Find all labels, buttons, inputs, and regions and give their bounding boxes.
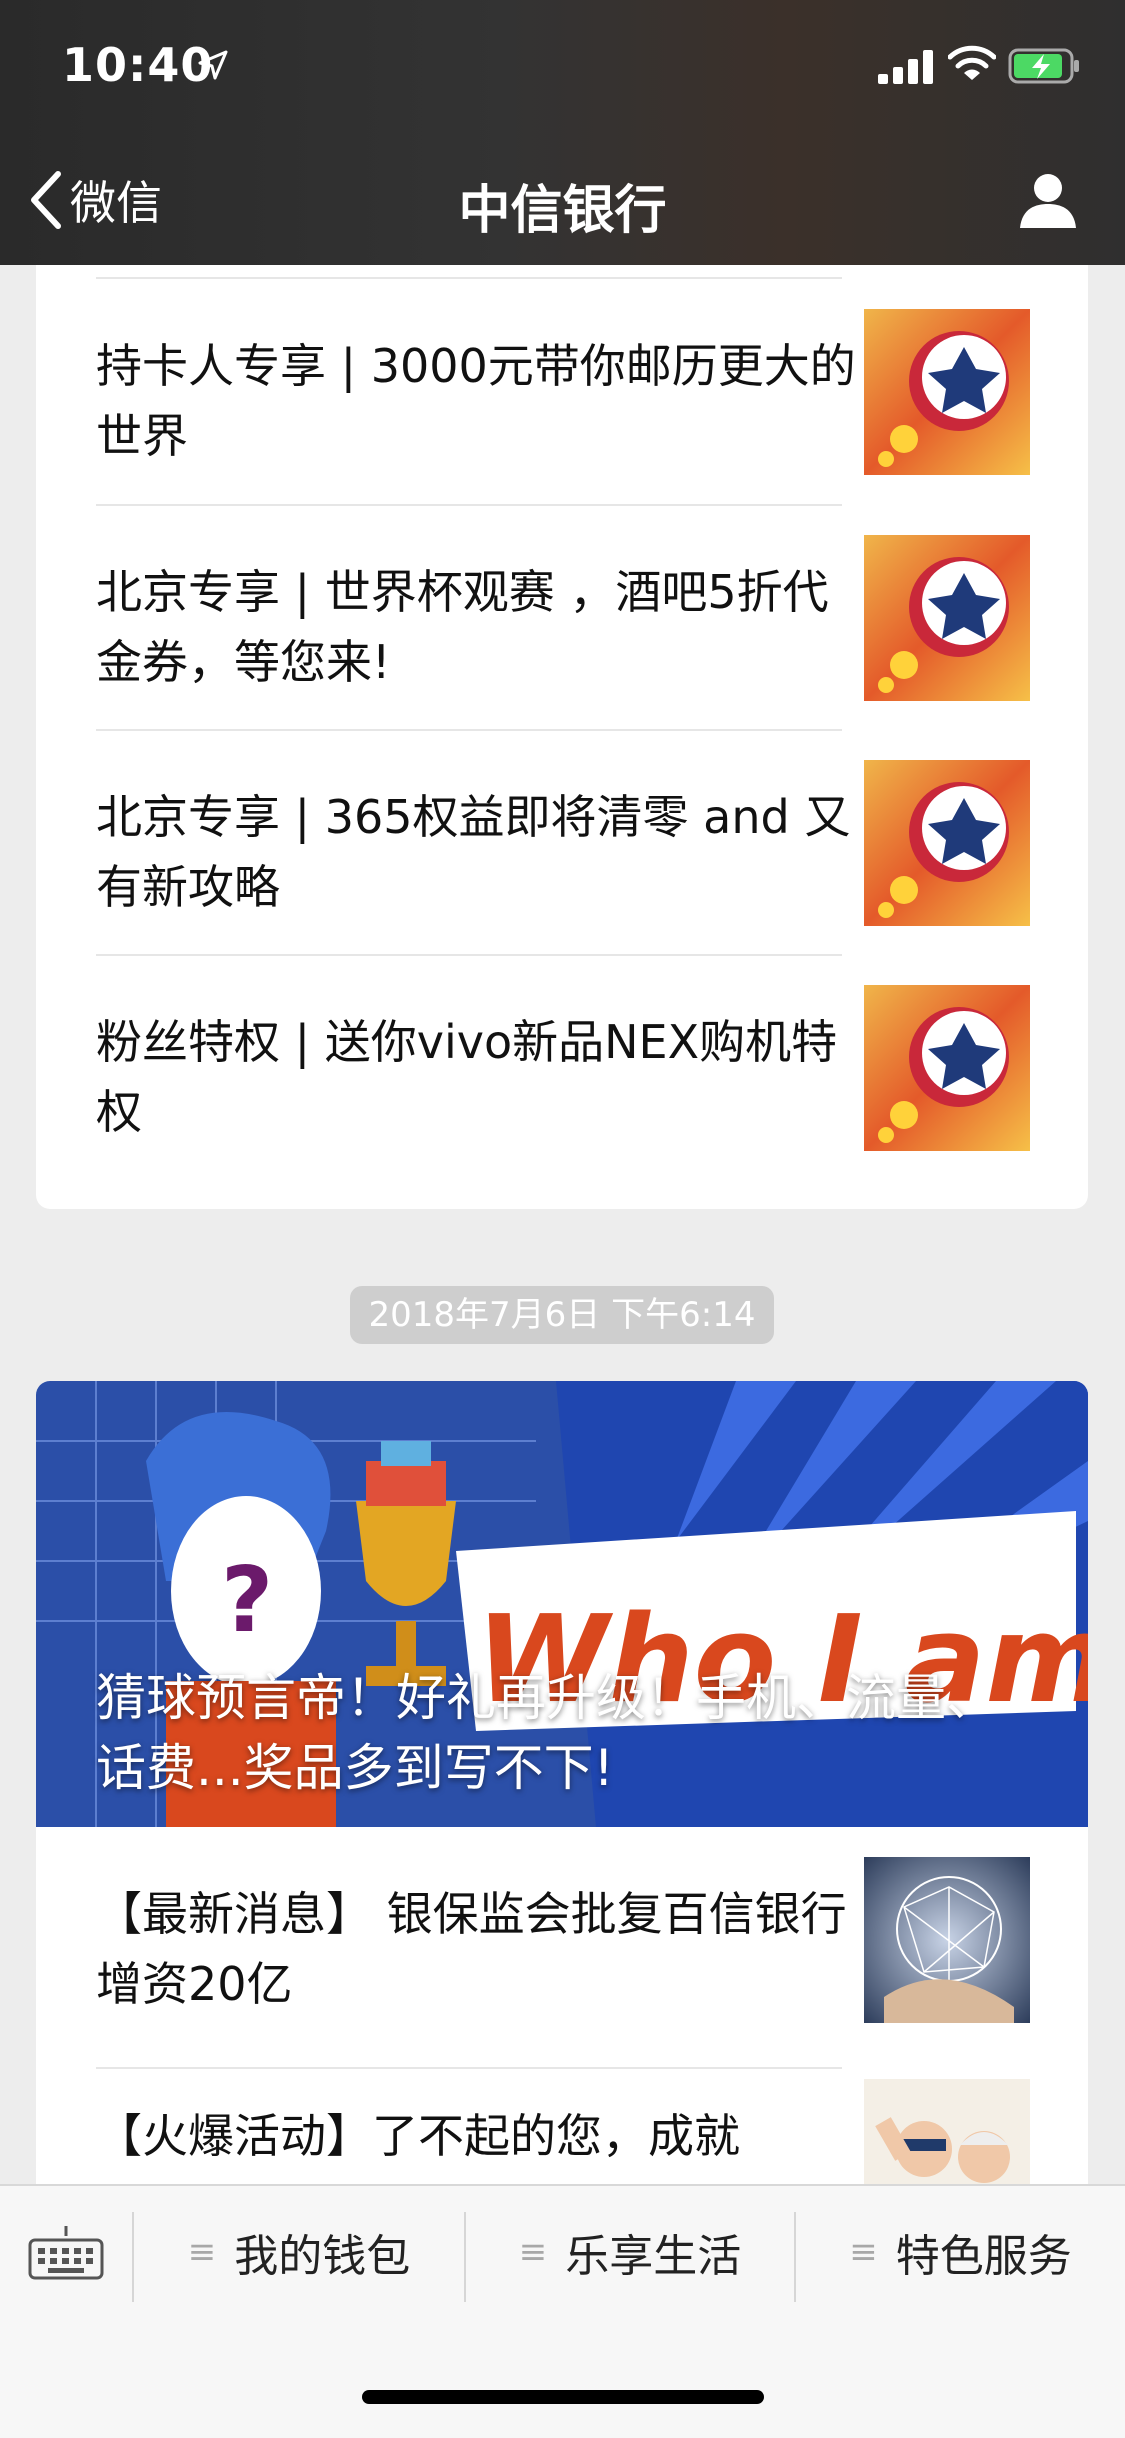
cellular-signal-icon bbox=[878, 50, 933, 84]
article-item[interactable]: 【火爆活动】了不起的您，成就 bbox=[36, 2049, 1088, 2184]
svg-text:?: ? bbox=[221, 1548, 273, 1653]
network-globe-thumbnail-icon bbox=[864, 1857, 1030, 2023]
article-item[interactable]: 持卡人专享 | 3000元带你邮历更大的世界 bbox=[36, 279, 1088, 504]
page-title: 中信银行 bbox=[458, 181, 667, 241]
profile-icon[interactable] bbox=[1018, 170, 1078, 230]
article-card-1: 持卡人专享 | 3000元带你邮历更大的世界 北京专享 | 世界杯观赛 ，酒吧5… bbox=[36, 265, 1088, 1209]
article-item[interactable]: 【最新消息】 银保监会批复百信银行增资20亿 bbox=[36, 1827, 1088, 2052]
article-title: 北京专享 | 世界杯观赛 ，酒吧5折代金券，等您来! bbox=[96, 565, 829, 689]
soccer-ball-thumbnail-icon bbox=[864, 985, 1030, 1151]
banner-article[interactable]: Who I am ? ? 猜球预言帝！好礼再升级！手机、流量、话费...奖品多到… bbox=[36, 1381, 1088, 1827]
banner-title: 猜球预言帝！好礼再升级！手机、流量、话费...奖品多到写不下! bbox=[96, 1669, 996, 1797]
soccer-ball-thumbnail-icon bbox=[864, 760, 1030, 926]
message-timestamp: 2018年7月6日 下午6:14 bbox=[350, 1286, 774, 1344]
menu-life[interactable]: ≡ 乐享生活 bbox=[466, 2206, 794, 2298]
article-item[interactable]: 北京专享 | 365权益即将清零 and 又有新攻略 bbox=[36, 730, 1088, 955]
menu-lines-icon: ≡ bbox=[187, 2232, 217, 2272]
article-item[interactable]: 粉丝特权 | 送你vivo新品NEX购机特权 bbox=[36, 955, 1088, 1180]
article-title: 北京专享 | 365权益即将清零 and 又有新攻略 bbox=[96, 790, 851, 914]
article-item[interactable]: 北京专享 | 世界杯观赛 ，酒吧5折代金券，等您来! bbox=[36, 505, 1088, 730]
home-indicator bbox=[362, 2390, 764, 2404]
menu-lines-icon: ≡ bbox=[849, 2232, 878, 2272]
wifi-icon bbox=[948, 45, 996, 80]
article-title: 【最新消息】 银保监会批复百信银行增资20亿 bbox=[96, 1887, 847, 2011]
soccer-ball-thumbnail-icon bbox=[864, 309, 1030, 475]
soccer-ball-thumbnail-icon bbox=[864, 535, 1030, 701]
menu-label: 我的钱包 bbox=[234, 2231, 411, 2282]
status-time: 10:40 bbox=[62, 38, 214, 92]
article-title: 持卡人专享 | 3000元带你邮历更大的世界 bbox=[96, 339, 856, 463]
menu-label: 乐享生活 bbox=[565, 2231, 742, 2282]
menu-lines-icon: ≡ bbox=[518, 2232, 548, 2272]
menu-wallet[interactable]: ≡ 我的钱包 bbox=[134, 2206, 464, 2298]
article-title: 【火爆活动】了不起的您，成就 bbox=[96, 2109, 740, 2163]
status-bar: 10:40 bbox=[0, 0, 1125, 130]
article-title: 粉丝特权 | 送你vivo新品NEX购机特权 bbox=[96, 1015, 838, 1139]
location-arrow-icon bbox=[198, 50, 228, 80]
nav-bar: 微信 中信银行 bbox=[0, 150, 1125, 250]
elderly-couple-thumbnail-icon bbox=[864, 2079, 1030, 2184]
article-card-2: Who I am ? ? 猜球预言帝！好礼再升级！手机、流量、话费...奖品多到… bbox=[36, 1381, 1088, 2184]
menu-label: 特色服务 bbox=[895, 2231, 1072, 2282]
top-bar: 10:40 微信 中信银行 bbox=[0, 0, 1125, 265]
menu-services[interactable]: ≡ 特色服务 bbox=[796, 2206, 1125, 2298]
keyboard-icon[interactable] bbox=[26, 2222, 106, 2282]
battery-charging-icon bbox=[1008, 48, 1079, 84]
